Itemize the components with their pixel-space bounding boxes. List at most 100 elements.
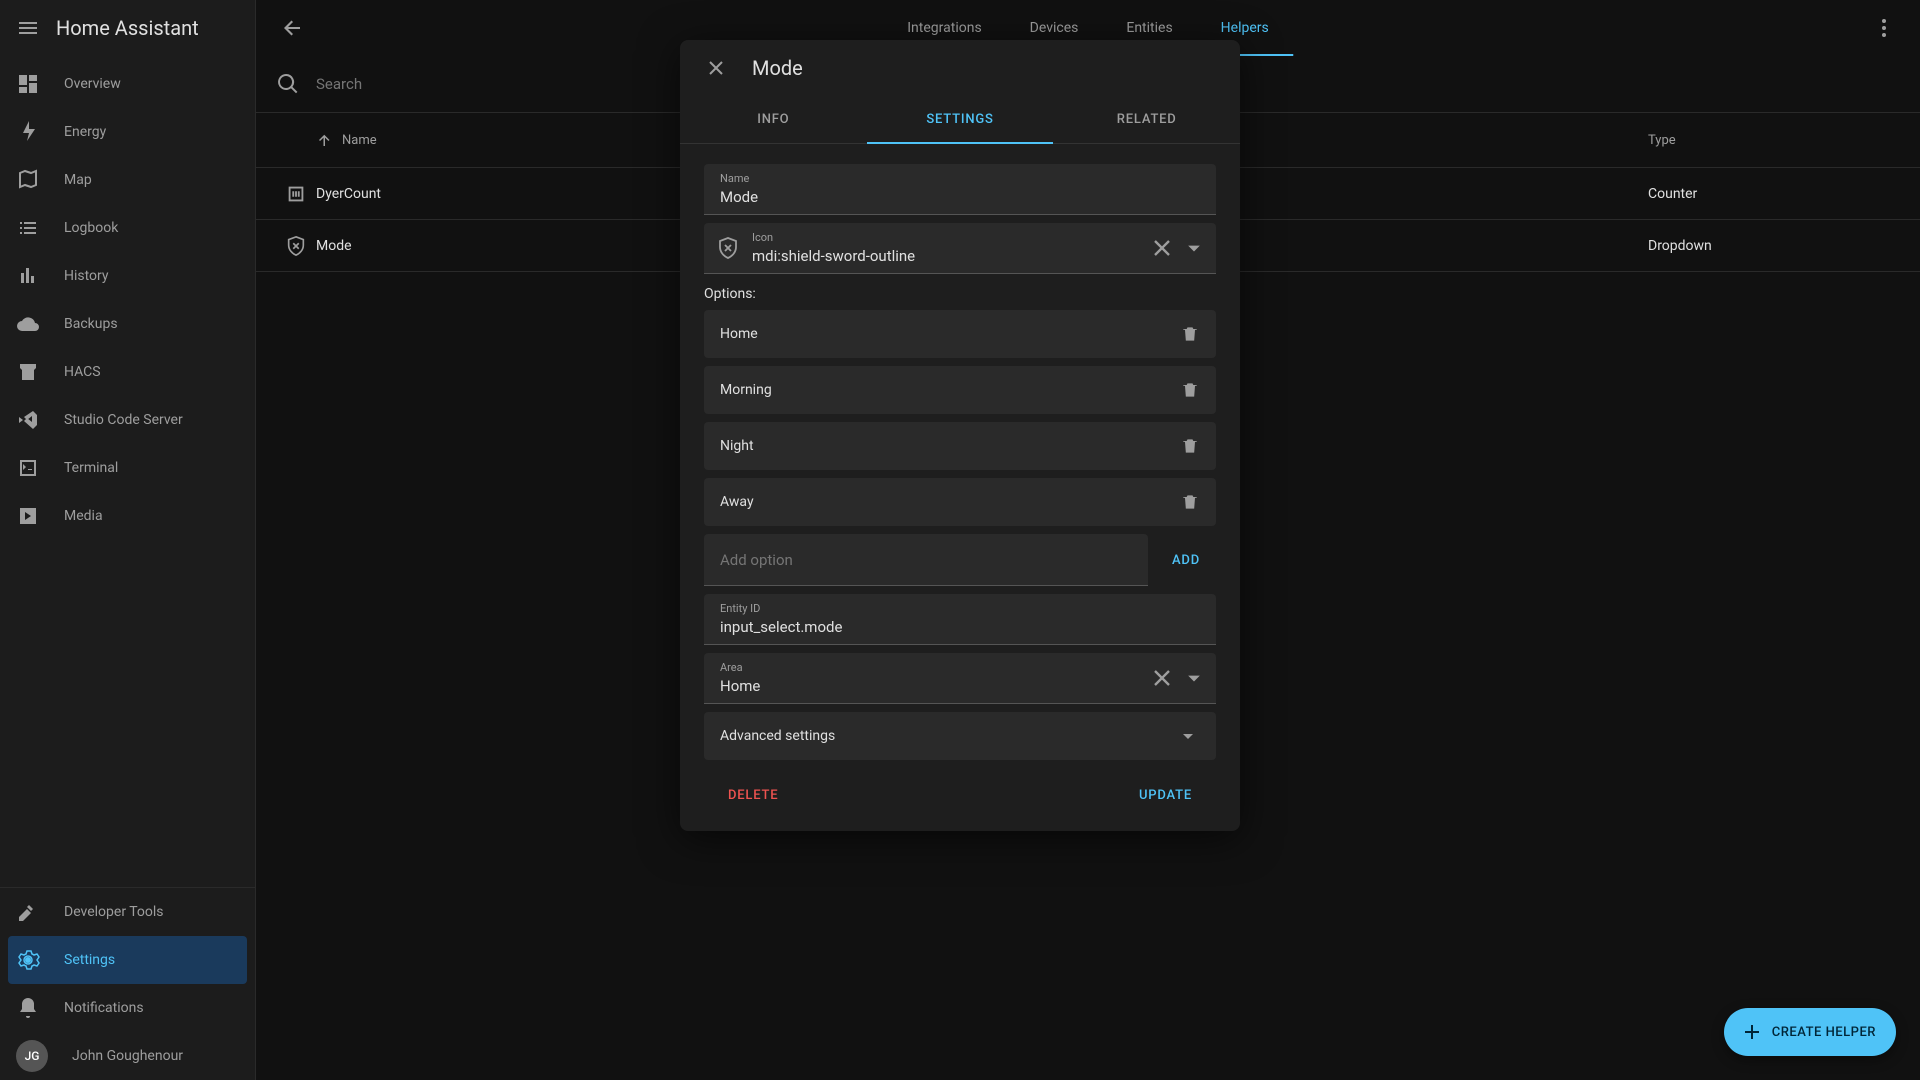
shield-icon xyxy=(276,235,316,257)
sidebar-item-label: Overview xyxy=(64,76,121,92)
map-icon xyxy=(16,168,40,192)
user-name: John Goughenour xyxy=(72,1048,183,1064)
dialog-tab-settings[interactable]: SETTINGS xyxy=(867,96,1054,143)
entity-id-field[interactable]: Entity ID input_select.mode xyxy=(704,594,1216,645)
option-row[interactable]: Home xyxy=(704,310,1216,358)
field-value: mdi:shield-sword-outline xyxy=(704,223,1216,273)
options-label: Options: xyxy=(704,286,1216,302)
sidebar-item-studio-code[interactable]: Studio Code Server xyxy=(0,396,255,444)
dialog-body: Name Mode Icon mdi:shield-sword-outline … xyxy=(680,144,1240,831)
dialog-tab-info[interactable]: INFO xyxy=(680,96,867,143)
field-value: input_select.mode xyxy=(704,594,1216,644)
sidebar-item-user[interactable]: JG John Goughenour xyxy=(0,1032,255,1080)
code-icon xyxy=(16,408,40,432)
advanced-label: Advanced settings xyxy=(720,728,1176,744)
back-button[interactable] xyxy=(272,8,312,48)
sidebar-item-label: Map xyxy=(64,172,92,188)
delete-icon[interactable] xyxy=(1172,428,1208,464)
icon-field[interactable]: Icon mdi:shield-sword-outline xyxy=(704,223,1216,274)
dashboard-icon xyxy=(16,72,40,96)
dialog-header: Mode xyxy=(680,40,1240,96)
dialog-title: Mode xyxy=(752,56,803,80)
shield-sword-icon xyxy=(716,236,740,260)
column-type-header[interactable]: Type xyxy=(1648,133,1848,148)
sidebar: Home Assistant Overview Energy Map Logbo… xyxy=(0,0,256,1080)
sidebar-item-media[interactable]: Media xyxy=(0,492,255,540)
sidebar-item-label: Studio Code Server xyxy=(64,412,183,428)
sidebar-item-history[interactable]: History xyxy=(0,252,255,300)
chevron-down-icon[interactable] xyxy=(1180,234,1208,262)
avatar: JG xyxy=(16,1040,48,1072)
add-option-row: ADD xyxy=(704,534,1216,586)
clear-icon[interactable] xyxy=(1148,664,1176,692)
sidebar-item-settings[interactable]: Settings xyxy=(8,936,247,984)
option-row[interactable]: Night xyxy=(704,422,1216,470)
delete-icon[interactable] xyxy=(1172,484,1208,520)
delete-icon[interactable] xyxy=(1172,372,1208,408)
name-field[interactable]: Name Mode xyxy=(704,164,1216,215)
sidebar-bottom: Developer Tools Settings Notifications J… xyxy=(0,887,255,1080)
bell-icon xyxy=(16,996,40,1020)
option-text: Morning xyxy=(720,382,1172,398)
sidebar-item-logbook[interactable]: Logbook xyxy=(0,204,255,252)
field-label: Name xyxy=(720,172,749,185)
hammer-icon xyxy=(16,900,40,924)
area-field[interactable]: Area Home xyxy=(704,653,1216,704)
chart-icon xyxy=(16,264,40,288)
sidebar-item-label: Notifications xyxy=(64,1000,144,1016)
field-trailing xyxy=(1148,664,1208,692)
sidebar-item-energy[interactable]: Energy xyxy=(0,108,255,156)
sidebar-item-label: History xyxy=(64,268,109,284)
option-text: Away xyxy=(720,494,1172,510)
sidebar-item-label: Media xyxy=(64,508,103,524)
dialog-tab-related[interactable]: RELATED xyxy=(1053,96,1240,143)
option-text: Night xyxy=(720,438,1172,454)
sidebar-item-label: HACS xyxy=(64,364,101,380)
column-label: Name xyxy=(342,133,377,148)
field-label: Entity ID xyxy=(720,602,760,615)
sidebar-item-backups[interactable]: Backups xyxy=(0,300,255,348)
option-text: Home xyxy=(720,326,1172,342)
bolt-icon xyxy=(16,120,40,144)
overflow-menu-button[interactable] xyxy=(1864,8,1904,48)
delete-button[interactable]: DELETE xyxy=(712,780,794,811)
counter-icon xyxy=(276,183,316,205)
play-icon xyxy=(16,504,40,528)
column-label: Type xyxy=(1648,133,1676,148)
gear-icon xyxy=(16,948,40,972)
sidebar-item-notifications[interactable]: Notifications xyxy=(0,984,255,1032)
add-button[interactable]: ADD xyxy=(1156,534,1216,586)
sidebar-item-map[interactable]: Map xyxy=(0,156,255,204)
sidebar-item-label: Terminal xyxy=(64,460,118,476)
sidebar-nav: Overview Energy Map Logbook History Back… xyxy=(0,56,255,887)
add-option-input[interactable] xyxy=(720,551,1132,569)
sidebar-item-label: Backups xyxy=(64,316,118,332)
row-type: Counter xyxy=(1648,186,1848,202)
field-trailing xyxy=(1148,234,1208,262)
chevron-down-icon xyxy=(1176,724,1200,748)
update-button[interactable]: UPDATE xyxy=(1123,780,1208,811)
create-helper-button[interactable]: CREATE HELPER xyxy=(1724,1008,1896,1056)
sort-arrow-icon xyxy=(316,131,334,149)
sidebar-item-terminal[interactable]: Terminal xyxy=(0,444,255,492)
field-value: Home xyxy=(704,653,1216,703)
sidebar-item-label: Developer Tools xyxy=(64,904,164,920)
hamburger-icon[interactable] xyxy=(16,16,40,40)
sidebar-item-developer-tools[interactable]: Developer Tools xyxy=(0,888,255,936)
search-icon xyxy=(276,72,300,96)
option-row[interactable]: Away xyxy=(704,478,1216,526)
clear-icon[interactable] xyxy=(1148,234,1176,262)
sidebar-item-overview[interactable]: Overview xyxy=(0,60,255,108)
option-row[interactable]: Morning xyxy=(704,366,1216,414)
close-button[interactable] xyxy=(704,56,728,80)
sidebar-header: Home Assistant xyxy=(0,0,255,56)
chevron-down-icon[interactable] xyxy=(1180,664,1208,692)
advanced-settings-toggle[interactable]: Advanced settings xyxy=(704,712,1216,760)
field-value: Mode xyxy=(704,164,1216,214)
delete-icon[interactable] xyxy=(1172,316,1208,352)
add-option-input-wrap xyxy=(704,534,1148,586)
store-icon xyxy=(16,360,40,384)
field-label: Icon xyxy=(752,231,773,244)
sidebar-item-hacs[interactable]: HACS xyxy=(0,348,255,396)
cloud-icon xyxy=(16,312,40,336)
